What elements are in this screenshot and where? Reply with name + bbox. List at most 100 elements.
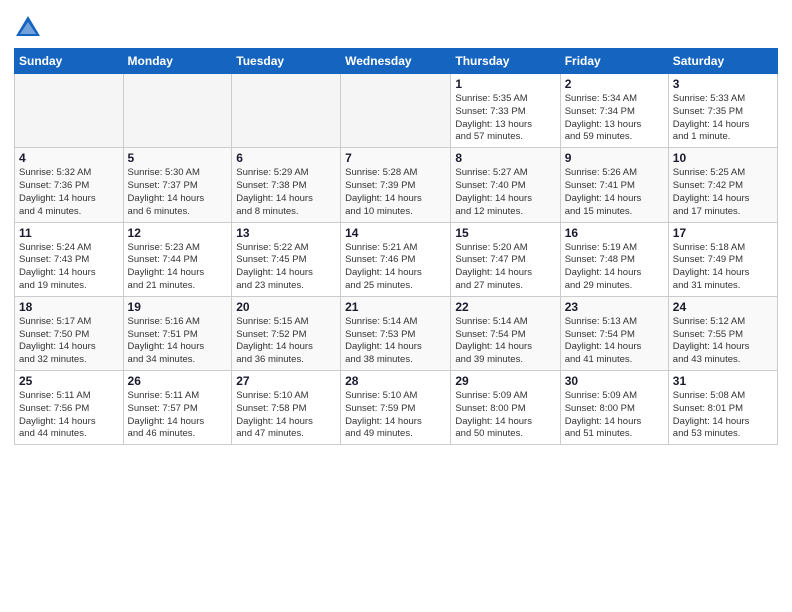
calendar-cell: 28 Sunrise: 5:10 AM Sunset: 7:59 PM Dayli… [341, 371, 451, 445]
week-row-5: 25 Sunrise: 5:11 AM Sunset: 7:56 PM Dayli… [15, 371, 778, 445]
calendar-cell: 2Sunrise: 5:34 AM Sunset: 7:34 PM Daylig… [560, 74, 668, 148]
day-number: 4 [19, 151, 119, 165]
calendar: SundayMondayTuesdayWednesdayThursdayFrid… [14, 48, 778, 445]
day-info: Sunrise: 5:15 AM Sunset: 7:52 PM Dayligh… [236, 316, 336, 367]
day-info: Sunrise: 5:18 AM Sunset: 7:49 PM Dayligh… [673, 242, 773, 293]
day-number: 16 [565, 226, 664, 240]
day-info: Sunrise: 5:19 AM Sunset: 7:48 PM Dayligh… [565, 242, 664, 293]
day-number: 9 [565, 151, 664, 165]
day-info: Sunrise: 5:25 AM Sunset: 7:42 PM Dayligh… [673, 167, 773, 218]
weekday-header-friday: Friday [560, 49, 668, 74]
day-info: Sunrise: 5:22 AM Sunset: 7:45 PM Dayligh… [236, 242, 336, 293]
weekday-header-saturday: Saturday [668, 49, 777, 74]
day-number: 17 [673, 226, 773, 240]
calendar-cell: 5 Sunrise: 5:30 AM Sunset: 7:37 PM Daylig… [123, 148, 232, 222]
day-number: 31 [673, 374, 773, 388]
day-info: Sunrise: 5:17 AM Sunset: 7:50 PM Dayligh… [19, 316, 119, 367]
day-number: 26 [128, 374, 228, 388]
day-number: 13 [236, 226, 336, 240]
calendar-cell: 20 Sunrise: 5:15 AM Sunset: 7:52 PM Dayli… [232, 296, 341, 370]
calendar-cell: 30 Sunrise: 5:09 AM Sunset: 8:00 PM Dayli… [560, 371, 668, 445]
calendar-cell: 14 Sunrise: 5:21 AM Sunset: 7:46 PM Dayli… [341, 222, 451, 296]
day-number: 3 [673, 77, 773, 91]
weekday-header-thursday: Thursday [451, 49, 560, 74]
day-number: 8 [455, 151, 555, 165]
calendar-cell [232, 74, 341, 148]
weekday-header-sunday: Sunday [15, 49, 124, 74]
weekday-header-row: SundayMondayTuesdayWednesdayThursdayFrid… [15, 49, 778, 74]
day-info: Sunrise: 5:12 AM Sunset: 7:55 PM Dayligh… [673, 316, 773, 367]
week-row-2: 4Sunrise: 5:32 AM Sunset: 7:36 PM Daylig… [15, 148, 778, 222]
calendar-cell: 13 Sunrise: 5:22 AM Sunset: 7:45 PM Dayli… [232, 222, 341, 296]
calendar-cell [15, 74, 124, 148]
day-number: 21 [345, 300, 446, 314]
day-number: 11 [19, 226, 119, 240]
day-number: 24 [673, 300, 773, 314]
day-info: Sunrise: 5:35 AM Sunset: 7:33 PM Dayligh… [455, 93, 555, 144]
day-number: 7 [345, 151, 446, 165]
day-info: Sunrise: 5:30 AM Sunset: 7:37 PM Dayligh… [128, 167, 228, 218]
calendar-cell: 24 Sunrise: 5:12 AM Sunset: 7:55 PM Dayli… [668, 296, 777, 370]
day-info: Sunrise: 5:20 AM Sunset: 7:47 PM Dayligh… [455, 242, 555, 293]
day-info: Sunrise: 5:24 AM Sunset: 7:43 PM Dayligh… [19, 242, 119, 293]
day-info: Sunrise: 5:29 AM Sunset: 7:38 PM Dayligh… [236, 167, 336, 218]
week-row-4: 18 Sunrise: 5:17 AM Sunset: 7:50 PM Dayli… [15, 296, 778, 370]
day-number: 25 [19, 374, 119, 388]
calendar-cell: 6 Sunrise: 5:29 AM Sunset: 7:38 PM Daylig… [232, 148, 341, 222]
week-row-3: 11 Sunrise: 5:24 AM Sunset: 7:43 PM Dayli… [15, 222, 778, 296]
day-info: Sunrise: 5:34 AM Sunset: 7:34 PM Dayligh… [565, 93, 664, 144]
calendar-cell: 12Sunrise: 5:23 AM Sunset: 7:44 PM Dayli… [123, 222, 232, 296]
day-info: Sunrise: 5:09 AM Sunset: 8:00 PM Dayligh… [565, 390, 664, 441]
day-info: Sunrise: 5:14 AM Sunset: 7:53 PM Dayligh… [345, 316, 446, 367]
calendar-cell: 26 Sunrise: 5:11 AM Sunset: 7:57 PM Dayli… [123, 371, 232, 445]
day-number: 6 [236, 151, 336, 165]
day-number: 5 [128, 151, 228, 165]
day-info: Sunrise: 5:10 AM Sunset: 7:59 PM Dayligh… [345, 390, 446, 441]
day-number: 18 [19, 300, 119, 314]
calendar-cell: 27Sunrise: 5:10 AM Sunset: 7:58 PM Dayli… [232, 371, 341, 445]
week-row-1: 1 Sunrise: 5:35 AM Sunset: 7:33 PM Daylig… [15, 74, 778, 148]
weekday-header-monday: Monday [123, 49, 232, 74]
day-info: Sunrise: 5:26 AM Sunset: 7:41 PM Dayligh… [565, 167, 664, 218]
calendar-cell: 1 Sunrise: 5:35 AM Sunset: 7:33 PM Daylig… [451, 74, 560, 148]
calendar-cell: 21 Sunrise: 5:14 AM Sunset: 7:53 PM Dayli… [341, 296, 451, 370]
page: SundayMondayTuesdayWednesdayThursdayFrid… [0, 0, 792, 612]
calendar-cell: 23 Sunrise: 5:13 AM Sunset: 7:54 PM Dayli… [560, 296, 668, 370]
day-info: Sunrise: 5:11 AM Sunset: 7:56 PM Dayligh… [19, 390, 119, 441]
header [14, 10, 778, 42]
day-number: 10 [673, 151, 773, 165]
calendar-cell: 29 Sunrise: 5:09 AM Sunset: 8:00 PM Dayli… [451, 371, 560, 445]
weekday-header-wednesday: Wednesday [341, 49, 451, 74]
day-number: 19 [128, 300, 228, 314]
calendar-cell: 7Sunrise: 5:28 AM Sunset: 7:39 PM Daylig… [341, 148, 451, 222]
calendar-cell: 25 Sunrise: 5:11 AM Sunset: 7:56 PM Dayli… [15, 371, 124, 445]
day-info: Sunrise: 5:14 AM Sunset: 7:54 PM Dayligh… [455, 316, 555, 367]
day-info: Sunrise: 5:08 AM Sunset: 8:01 PM Dayligh… [673, 390, 773, 441]
calendar-cell: 10 Sunrise: 5:25 AM Sunset: 7:42 PM Dayli… [668, 148, 777, 222]
day-info: Sunrise: 5:33 AM Sunset: 7:35 PM Dayligh… [673, 93, 773, 144]
calendar-cell: 11 Sunrise: 5:24 AM Sunset: 7:43 PM Dayli… [15, 222, 124, 296]
calendar-cell [341, 74, 451, 148]
day-number: 22 [455, 300, 555, 314]
day-number: 1 [455, 77, 555, 91]
calendar-cell: 3 Sunrise: 5:33 AM Sunset: 7:35 PM Daylig… [668, 74, 777, 148]
day-info: Sunrise: 5:21 AM Sunset: 7:46 PM Dayligh… [345, 242, 446, 293]
day-number: 29 [455, 374, 555, 388]
day-info: Sunrise: 5:09 AM Sunset: 8:00 PM Dayligh… [455, 390, 555, 441]
calendar-cell: 9 Sunrise: 5:26 AM Sunset: 7:41 PM Daylig… [560, 148, 668, 222]
logo [14, 14, 46, 42]
day-number: 20 [236, 300, 336, 314]
day-number: 28 [345, 374, 446, 388]
day-number: 23 [565, 300, 664, 314]
calendar-cell: 17 Sunrise: 5:18 AM Sunset: 7:49 PM Dayli… [668, 222, 777, 296]
weekday-header-tuesday: Tuesday [232, 49, 341, 74]
day-number: 15 [455, 226, 555, 240]
calendar-cell: 8Sunrise: 5:27 AM Sunset: 7:40 PM Daylig… [451, 148, 560, 222]
day-info: Sunrise: 5:11 AM Sunset: 7:57 PM Dayligh… [128, 390, 228, 441]
day-info: Sunrise: 5:13 AM Sunset: 7:54 PM Dayligh… [565, 316, 664, 367]
day-number: 30 [565, 374, 664, 388]
day-number: 14 [345, 226, 446, 240]
logo-icon [14, 14, 42, 42]
day-number: 12 [128, 226, 228, 240]
calendar-cell: 16 Sunrise: 5:19 AM Sunset: 7:48 PM Dayli… [560, 222, 668, 296]
